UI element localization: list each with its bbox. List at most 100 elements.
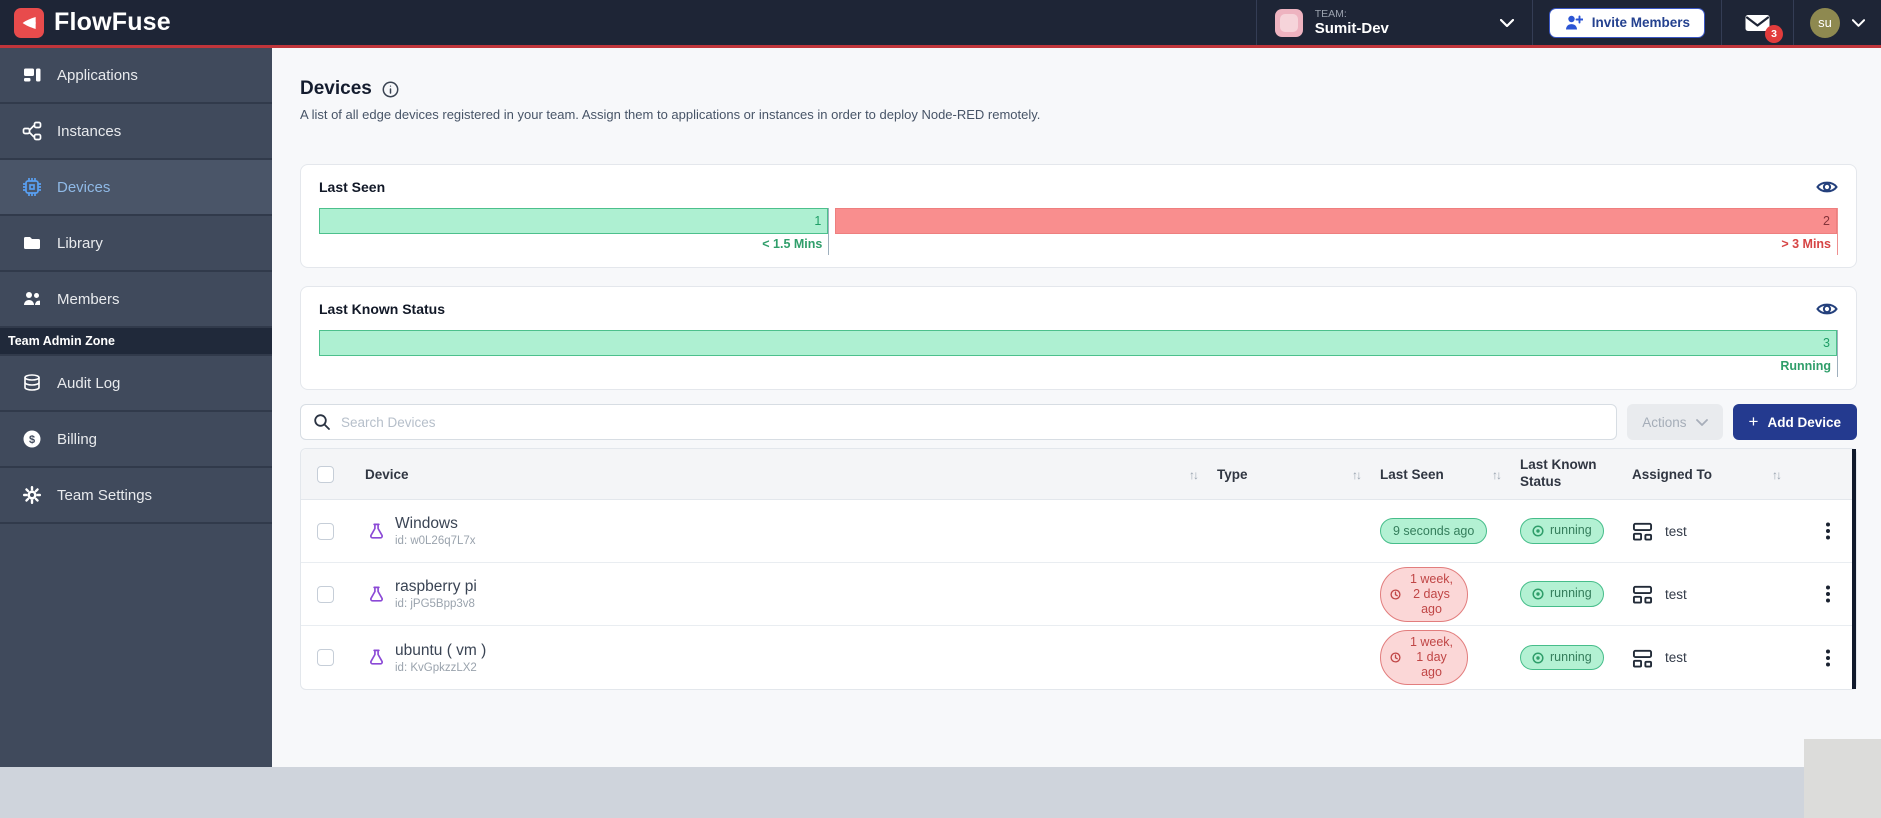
info-icon[interactable]	[382, 81, 399, 98]
search-box	[300, 404, 1618, 440]
members-icon	[22, 289, 42, 309]
sidebar-item-applications[interactable]: Applications	[0, 48, 272, 104]
flask-icon	[367, 648, 386, 667]
status-label: running	[1550, 649, 1592, 664]
user-menu[interactable]: su	[1794, 0, 1881, 45]
select-all-checkbox[interactable]	[317, 465, 334, 483]
table-scrollbar[interactable]	[1852, 449, 1856, 689]
last-seen-segment-recent: 1 < 1.5 Mins	[319, 208, 830, 255]
team-selector[interactable]: TEAM: Sumit-Dev	[1257, 0, 1532, 45]
kebab-menu-icon[interactable]	[1822, 518, 1834, 544]
library-icon	[22, 233, 42, 253]
sidebar: Applications Instances Devices Library M…	[0, 48, 272, 767]
devices-table: Device ↑↓ Type ↑↓ Last Seen ↑↓ Last Know…	[300, 448, 1857, 690]
last-seen-text: 1 week, 2 days ago	[1409, 571, 1454, 616]
search-input[interactable]	[341, 414, 1605, 430]
sidebar-item-billing[interactable]: $ Billing	[0, 412, 272, 468]
sidebar-item-label: Instances	[57, 122, 122, 140]
application-icon	[1632, 521, 1653, 541]
last-seen-badge: 9 seconds ago	[1380, 518, 1488, 544]
sidebar-item-members[interactable]: Members	[0, 272, 272, 328]
sidebar-item-library[interactable]: Library	[0, 216, 272, 272]
row-checkbox[interactable]	[317, 649, 334, 666]
scroll-corner-artifact	[1804, 739, 1881, 818]
brand-logo[interactable]: FlowFuse	[14, 7, 171, 38]
status-label: running	[1550, 523, 1592, 538]
target-icon	[1532, 651, 1544, 664]
sort-icon[interactable]: ↑↓	[1772, 468, 1782, 482]
last-seen-text: 1 week, 1 day ago	[1409, 635, 1454, 679]
status-badge: running	[1520, 581, 1604, 607]
device-id: id: jPG5Bpp3v8	[395, 598, 475, 610]
column-header-assigned-to: Assigned To	[1632, 466, 1713, 482]
instances-icon	[22, 121, 42, 141]
application-icon	[1632, 648, 1653, 668]
column-header-type: Type	[1217, 466, 1248, 482]
row-checkbox[interactable]	[317, 585, 334, 603]
sidebar-item-label: Members	[57, 290, 120, 308]
table-row[interactable]: ubuntu ( vm ) id: KvGpkzzLX2 1 week, 1 d…	[301, 626, 1856, 689]
flowfuse-logo-icon	[14, 7, 44, 38]
target-icon	[1532, 588, 1544, 600]
flask-icon	[367, 522, 386, 541]
assigned-to-label[interactable]: test	[1665, 587, 1687, 602]
eye-icon[interactable]	[1816, 301, 1838, 317]
row-checkbox[interactable]	[317, 522, 334, 540]
status-segment-running: 3 Running	[319, 330, 1838, 377]
sidebar-item-team-settings[interactable]: Team Settings	[0, 468, 272, 524]
team-label: TEAM:	[1314, 7, 1347, 20]
actions-button[interactable]: Actions	[1627, 404, 1723, 440]
sidebar-item-label: Audit Log	[57, 374, 121, 392]
add-device-label: Add Device	[1767, 414, 1841, 430]
search-icon	[313, 413, 331, 431]
chevron-down-icon	[1499, 14, 1514, 32]
status-label: running	[1550, 586, 1592, 601]
notifications-button[interactable]: 3	[1722, 0, 1793, 45]
sidebar-item-devices[interactable]: Devices	[0, 160, 272, 216]
sidebar-item-label: Library	[57, 234, 103, 252]
team-avatar	[1274, 8, 1303, 37]
last-known-status-card-title: Last Known Status	[319, 301, 446, 317]
sidebar-item-instances[interactable]: Instances	[0, 104, 272, 160]
gear-icon	[22, 485, 42, 505]
segment-value: 2	[1823, 214, 1830, 228]
target-icon	[1532, 525, 1544, 537]
kebab-menu-icon[interactable]	[1822, 581, 1834, 607]
status-badge: running	[1520, 518, 1604, 544]
sidebar-item-label: Team Settings	[57, 486, 153, 504]
sidebar-item-label: Billing	[57, 430, 98, 448]
status-badge: running	[1520, 644, 1604, 671]
avatar: su	[1810, 7, 1840, 38]
assigned-to-label[interactable]: test	[1665, 650, 1687, 665]
eye-icon[interactable]	[1816, 179, 1838, 195]
chevron-down-icon	[1695, 418, 1708, 426]
segment-value: 1	[814, 214, 822, 228]
last-seen-segment-stale: 2 > 3 Mins	[835, 208, 1838, 255]
last-known-status-chart: 3 Running	[319, 330, 1838, 377]
last-seen-badge: 1 week, 1 day ago	[1380, 630, 1468, 685]
top-navbar: FlowFuse TEAM: Sumit-Dev Invite Members …	[0, 0, 1881, 48]
assigned-to-label[interactable]: test	[1665, 524, 1687, 539]
column-header-device: Device	[365, 466, 409, 482]
brand-name: FlowFuse	[54, 8, 171, 36]
table-row[interactable]: Windows id: w0L26q7L7x 9 seconds ago run	[301, 500, 1856, 563]
add-device-button[interactable]: + Add Device	[1732, 404, 1857, 440]
devices-icon	[22, 177, 42, 197]
plus-icon: +	[1748, 412, 1759, 431]
person-plus-icon	[1564, 14, 1583, 31]
sort-icon[interactable]: ↑↓	[1189, 468, 1199, 482]
segment-label: Running	[1780, 359, 1831, 373]
table-row[interactable]: raspberry pi id: jPG5Bpp3v8 1 week, 2 da…	[301, 563, 1856, 626]
invite-members-button[interactable]: Invite Members	[1548, 7, 1705, 38]
device-name[interactable]: ubuntu ( vm )	[395, 642, 486, 660]
sort-icon[interactable]: ↑↓	[1352, 468, 1362, 482]
last-known-status-card: Last Known Status 3 Running	[300, 286, 1857, 390]
device-name[interactable]: Windows	[395, 515, 476, 533]
kebab-menu-icon[interactable]	[1822, 645, 1834, 671]
sort-icon[interactable]: ↑↓	[1492, 468, 1502, 482]
last-seen-card-title: Last Seen	[319, 179, 386, 195]
sidebar-item-audit-log[interactable]: Audit Log	[0, 356, 272, 412]
device-name[interactable]: raspberry pi	[395, 578, 477, 596]
segment-label: > 3 Mins	[1781, 237, 1831, 251]
page-title: Devices	[300, 78, 372, 99]
